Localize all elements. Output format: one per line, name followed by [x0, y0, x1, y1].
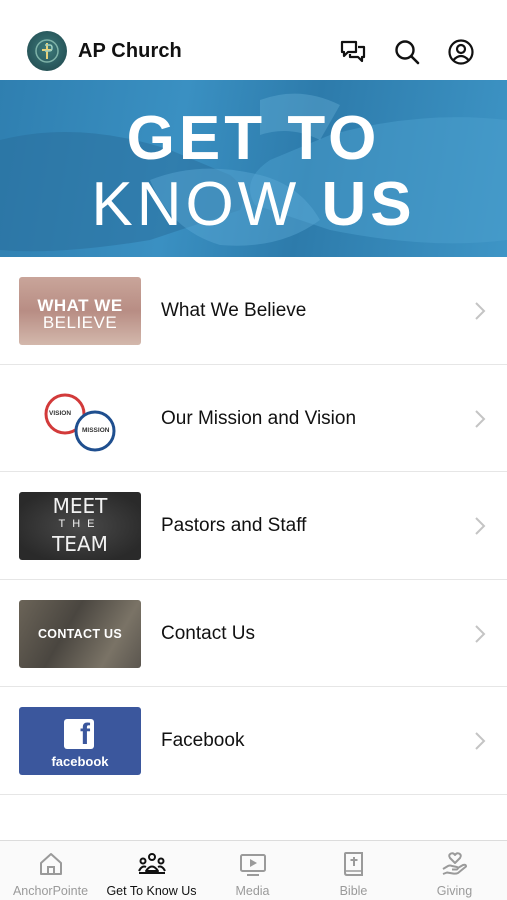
- list-item-facebook[interactable]: f facebook Facebook: [0, 687, 507, 795]
- chat-icon[interactable]: [339, 38, 367, 66]
- app-header: AP Church: [0, 0, 507, 80]
- banner-title-bold: US: [321, 170, 416, 239]
- tab-label: Giving: [436, 884, 473, 898]
- banner-title-light: KNOW: [91, 170, 322, 239]
- thumb-text: MISSION: [82, 426, 110, 434]
- list-item-mission-vision[interactable]: VISION MISSION Our Mission and Vision: [0, 364, 507, 472]
- church-logo[interactable]: [27, 31, 67, 71]
- tab-media[interactable]: Media: [202, 841, 303, 900]
- tab-label: Get To Know Us: [106, 884, 197, 898]
- thumb-text: THE: [58, 518, 102, 530]
- meet-the-team-thumbnail: MEET THE TEAM: [19, 492, 141, 560]
- tab-giving[interactable]: Giving: [404, 841, 505, 900]
- list-item-contact-us[interactable]: CONTACT US Contact Us: [0, 579, 507, 687]
- what-we-believe-thumbnail: WHAT WE BELIEVE: [19, 277, 141, 345]
- app-title: AP Church: [78, 40, 182, 62]
- bottom-tab-bar: AnchorPointe Get To Know Us Media Bible: [0, 840, 507, 900]
- menu-list: WHAT WE BELIEVE What We Believe VISION M…: [0, 257, 507, 795]
- search-icon[interactable]: [393, 38, 421, 66]
- chevron-right-icon: [475, 302, 486, 320]
- profile-icon[interactable]: [447, 38, 475, 66]
- thumb-text: MEET: [52, 494, 108, 518]
- tab-label: AnchorPointe: [12, 884, 89, 898]
- banner-title-line2: KNOW US: [0, 174, 507, 236]
- tab-bible[interactable]: Bible: [303, 841, 404, 900]
- thumb-text: CONTACT US: [37, 626, 122, 641]
- facebook-icon: f: [80, 718, 90, 751]
- list-item-pastors-staff[interactable]: MEET THE TEAM Pastors and Staff: [0, 472, 507, 580]
- list-item-label: Contact Us: [161, 622, 255, 644]
- thumb-text: facebook: [51, 754, 109, 769]
- facebook-thumbnail: f facebook: [19, 707, 141, 775]
- tab-get-to-know-us[interactable]: Get To Know Us: [101, 841, 202, 900]
- chevron-right-icon: [475, 409, 486, 428]
- thumb-text: VISION: [49, 409, 72, 417]
- tab-label: Bible: [339, 884, 368, 898]
- people-icon: [138, 853, 166, 874]
- list-item-what-we-believe[interactable]: WHAT WE BELIEVE What We Believe: [0, 257, 507, 365]
- banner-title-line1: GET TO: [126, 104, 381, 173]
- mission-vision-thumbnail: VISION MISSION: [19, 384, 141, 453]
- tab-anchorpointe[interactable]: AnchorPointe: [0, 841, 101, 900]
- thumb-text: BELIEVE: [42, 313, 118, 332]
- media-icon: [240, 854, 266, 876]
- list-item-label: Pastors and Staff: [161, 515, 307, 536]
- hero-banner: GET TO KNOW US: [0, 80, 507, 257]
- list-item-label: What We Believe: [161, 300, 307, 321]
- thumb-text: TEAM: [52, 532, 108, 556]
- giving-icon: [442, 852, 467, 875]
- contact-us-thumbnail: CONTACT US: [19, 599, 141, 668]
- list-item-label: Facebook: [161, 730, 245, 751]
- thumb-text: WHAT WE: [37, 296, 123, 315]
- chevron-right-icon: [475, 624, 486, 643]
- chevron-right-icon: [475, 732, 486, 750]
- chevron-right-icon: [475, 517, 486, 535]
- home-icon: [40, 853, 62, 875]
- bible-icon: [344, 852, 363, 876]
- list-item-label: Our Mission and Vision: [161, 407, 357, 429]
- tab-label: Media: [235, 884, 270, 898]
- mission-vision-circles: [44, 393, 116, 451]
